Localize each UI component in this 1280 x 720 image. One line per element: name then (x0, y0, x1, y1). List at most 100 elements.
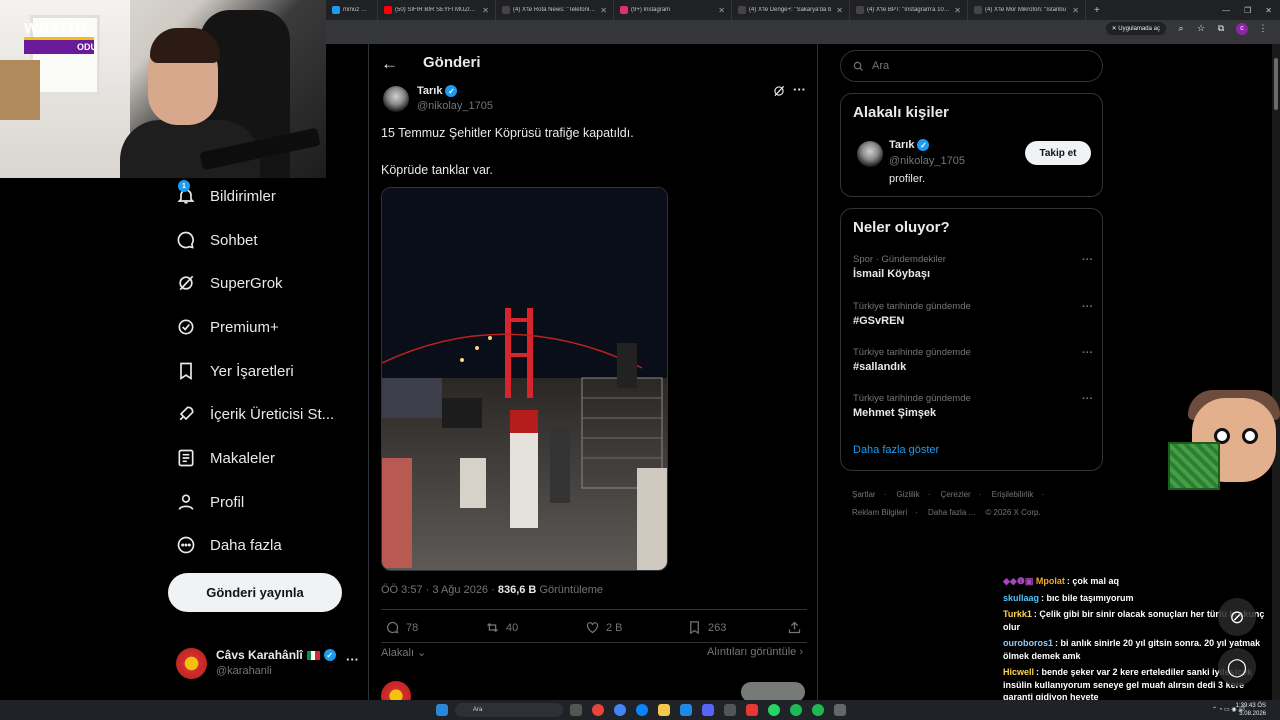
avatar[interactable] (857, 141, 883, 167)
post-more-icon[interactable]: ··· (793, 82, 806, 97)
trend-item[interactable]: Spor · Gündemdekiler İsmail Köybaşı ··· (853, 254, 1093, 280)
browser-tab[interactable]: (9+) Instagram ✕ (614, 0, 732, 20)
new-tab-button[interactable]: + (1086, 5, 1108, 16)
webcam-overlay: WRAITH ODU (0, 0, 326, 178)
bridge-night-photo (382, 188, 667, 570)
grok-fab-icon[interactable]: ⊘ (1218, 598, 1256, 636)
author-avatar[interactable] (383, 86, 409, 112)
footer-link[interactable]: Daha fazla ... (928, 508, 975, 517)
close-tab-icon[interactable]: ✕ (836, 6, 843, 15)
nav-item-more[interactable]: Daha fazla (176, 530, 282, 560)
trend-more-icon[interactable]: ··· (1082, 301, 1093, 313)
app-icon[interactable] (680, 704, 692, 716)
browser-tab[interactable]: (4) X'te Mor Mikrofon: "İstanbu ✕ (968, 0, 1086, 20)
footer-link[interactable]: Erişilebilirlik (992, 490, 1034, 499)
profile-avatar[interactable]: c (1236, 22, 1248, 35)
post-time[interactable]: ÖÖ 3:57 (381, 584, 423, 596)
app-icon[interactable] (724, 704, 736, 716)
nav-item-articles[interactable]: Makaleler (176, 443, 275, 473)
trend-more-icon[interactable]: ··· (1082, 254, 1093, 266)
nav-item-supergrok[interactable]: SuperGrok (176, 268, 283, 298)
edge-icon[interactable] (636, 704, 648, 716)
view-quotes-link[interactable]: Alıntıları görüntüle › (707, 646, 803, 658)
trend-item[interactable]: Türkiye tarihinde gündemde #sallandık ··… (853, 347, 1093, 373)
close-tab-icon[interactable]: ✕ (954, 6, 961, 15)
post-date[interactable]: 3 Ağu 2026 (432, 584, 488, 596)
browser-tab[interactable]: mmuz Şehit (326, 0, 378, 20)
post-meta: ÖÖ 3:57 · 3 Ağu 2026 · 836,6 B Görüntüle… (381, 584, 604, 596)
zoom-icon[interactable]: ⌕ (1176, 23, 1186, 34)
minimize-icon[interactable]: — (1222, 6, 1230, 15)
browser-tab[interactable]: (50) SIFIR BİR SEYFİ MÜZİĞİ - Yo ✕ (378, 0, 496, 20)
browser-tab[interactable]: (4) X'te Rota News: "Telefonla d ✕ (496, 0, 614, 20)
follow-button[interactable]: Takip et (1025, 141, 1091, 165)
bookmark-star-icon[interactable]: ☆ (1196, 23, 1206, 34)
whatsapp-icon[interactable] (768, 704, 780, 716)
footer-link[interactable]: Reklam Bilgileri (852, 508, 907, 517)
browser-tab[interactable]: (4) X'te Denge+: "Sakarya'da b ✕ (732, 0, 850, 20)
back-arrow-icon[interactable]: ← (381, 54, 398, 74)
footer-link[interactable]: Gizlilik (896, 490, 919, 499)
search-input[interactable]: Ara (840, 50, 1103, 82)
trend-item[interactable]: Türkiye tarihinde gündemde #GSvREN ··· (853, 301, 1093, 327)
taskbar-clock[interactable]: 1:39:43 ÖS 3.08.2026 (1236, 702, 1266, 718)
taskbar-search[interactable]: Ara (455, 703, 563, 717)
footer-link[interactable]: Şartlar (852, 490, 876, 499)
nav-item-notifications[interactable]: 1 Bildirimler (176, 180, 276, 211)
spotify-icon[interactable] (790, 704, 802, 716)
open-in-app-button[interactable]: ✕ Uygulamada aç (1105, 22, 1166, 35)
verified-badge-icon: ✓ (445, 85, 458, 97)
windows-start-icon[interactable] (436, 704, 448, 716)
app-icon[interactable] (746, 704, 758, 716)
footer-links: Şartlar · Gizlilik · Çerezler · Erişilebili… (852, 490, 1045, 517)
footer-link[interactable]: Çerezler (940, 490, 970, 499)
grok-explain-icon[interactable] (772, 84, 786, 98)
maximize-icon[interactable]: ❐ (1244, 6, 1251, 15)
repost-button[interactable]: 40 (485, 620, 518, 635)
browser-menu-icon[interactable]: ⋮ (1258, 23, 1268, 34)
nav-item-premium[interactable]: Premium+ (176, 312, 279, 342)
close-tab-icon[interactable]: ✕ (1072, 6, 1079, 15)
reply-submit-button[interactable] (741, 682, 805, 702)
post-image[interactable] (381, 187, 668, 571)
extensions-icon[interactable]: ⧉ (1216, 23, 1226, 34)
close-tab-icon[interactable]: ✕ (718, 6, 725, 15)
tab-favicon-icon (332, 6, 340, 14)
chrome-profile-icon[interactable] (614, 704, 626, 716)
task-view-icon[interactable] (570, 704, 582, 716)
show-more-link[interactable]: Daha fazla göster (853, 444, 939, 456)
nav-item-bookmarks[interactable]: Yer İşaretleri (176, 356, 294, 386)
account-more-icon[interactable]: ··· (346, 652, 359, 667)
nav-label: Bildirimler (210, 187, 276, 205)
post-button[interactable]: Gönderi yayınla (168, 573, 342, 612)
obs-icon[interactable] (834, 704, 846, 716)
trend-more-icon[interactable]: ··· (1082, 393, 1093, 405)
bookmark-button[interactable]: 263 (687, 620, 726, 635)
messages-fab-icon[interactable]: ◯ (1218, 648, 1256, 686)
trend-more-icon[interactable]: ··· (1082, 347, 1093, 359)
nav-item-profile[interactable]: Profil (176, 487, 244, 517)
close-window-icon[interactable]: ✕ (1265, 6, 1272, 15)
nav-item-chat[interactable]: Sohbet (176, 225, 258, 255)
author-name[interactable]: Tarık ✓ (417, 85, 458, 97)
logo-subtitle: ODU (24, 40, 97, 54)
close-tab-icon[interactable]: ✕ (600, 6, 607, 15)
like-button[interactable]: 2 B (585, 620, 623, 635)
reply-button[interactable]: 78 (385, 620, 418, 635)
taskbar: Ara ⌃ ◔ ▭ ◉ 🔊 1:39:43 ÖS 3.08.2026 (0, 700, 1280, 720)
discord-icon[interactable] (702, 704, 714, 716)
reply-sort-dropdown[interactable]: Alakalı ⌄ (381, 646, 426, 659)
scroll-thumb[interactable] (1274, 58, 1278, 110)
account-switcher[interactable]: Câvs Karahânlî ✓ @karahanli ··· (176, 646, 362, 686)
chrome-icon[interactable] (592, 704, 604, 716)
related-user-handle[interactable]: @nikolay_1705 (889, 155, 965, 167)
share-button[interactable] (787, 620, 802, 635)
browser-tab[interactable]: (4) X'te BPT: "Instagram'a 10 yıl ✕ (850, 0, 968, 20)
file-explorer-icon[interactable] (658, 704, 670, 716)
nav-item-creator-studio[interactable]: İçerik Üreticisi St... (176, 399, 334, 429)
author-handle[interactable]: @nikolay_1705 (417, 100, 493, 112)
app-icon[interactable] (812, 704, 824, 716)
related-user-name[interactable]: Tarık ✓ (889, 139, 930, 151)
trend-item[interactable]: Türkiye tarihinde gündemde Mehmet Şimşek… (853, 393, 1093, 419)
close-tab-icon[interactable]: ✕ (482, 6, 489, 15)
